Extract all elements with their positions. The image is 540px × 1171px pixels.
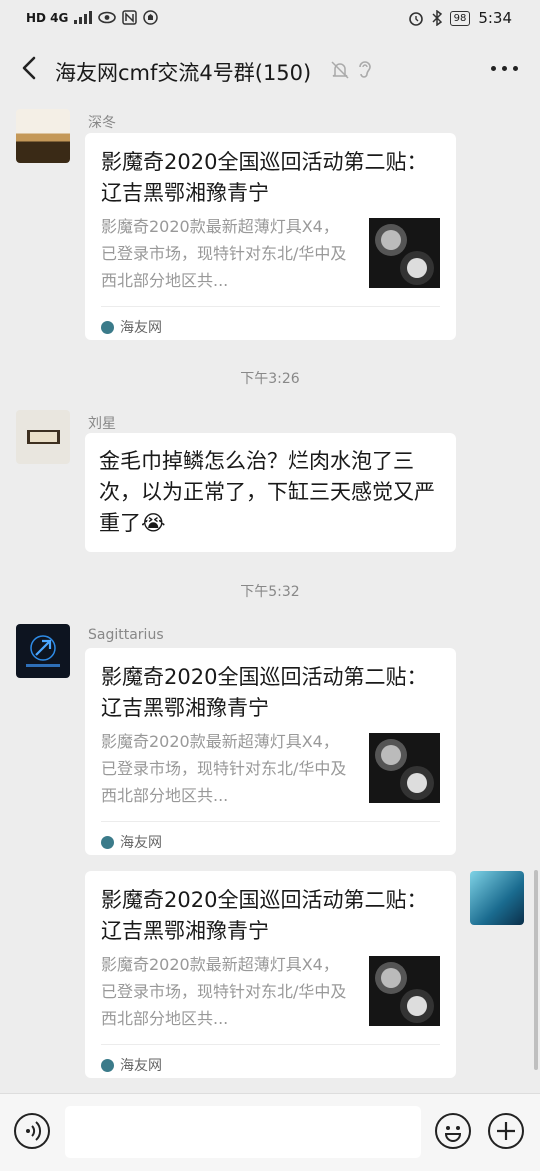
sender-name: 深冬 [88,115,116,131]
avatar[interactable] [16,624,70,678]
card-divider [101,306,440,307]
card-title: 影魔奇2020全国巡回活动第二贴： 辽吉黑鄂湘豫青宁 [101,150,428,205]
signal-icon [74,11,93,24]
shield-icon [143,10,159,25]
haiyou-logo-icon [101,835,114,849]
card-source-label: 海友网 [120,1058,162,1074]
status-left: HD 4G [26,10,159,25]
more-dots-icon[interactable] [491,66,518,71]
haiyou-logo-icon [101,320,114,334]
card-description: 影魔奇2020款最新超薄灯具X4，已登录市场，现特针对东北/华中及西北部分地区共… [101,217,347,290]
message-text: 金毛巾掉鳞怎么治？烂肉水泡了三次，以为正常了，下缸三天感觉又严重了😭 [99,449,435,535]
haiyou-logo-icon [101,1058,114,1072]
ear-icon [359,61,371,78]
chat-area[interactable]: 深冬 影魔奇2020全国巡回活动第二贴： 辽吉黑鄂湘豫青宁 影魔奇2020款最新… [0,100,540,1093]
nfc-icon [122,10,138,25]
avatar[interactable] [16,410,70,464]
emoji-icon[interactable] [435,1113,471,1149]
alarm-icon [408,12,423,26]
card-thumbnail [369,956,440,1026]
text-message[interactable]: 金毛巾掉鳞怎么治？烂肉水泡了三次，以为正常了，下缸三天感觉又严重了😭 [85,433,456,552]
sender-name: 刘星 [88,416,116,432]
back-arrow-icon[interactable] [16,54,44,82]
card-source-label: 海友网 [120,835,162,851]
link-card[interactable]: 影魔奇2020全国巡回活动第二贴： 辽吉黑鄂湘豫青宁 影魔奇2020款最新超薄灯… [85,871,456,1078]
card-source: 海友网 [101,317,162,337]
link-card[interactable]: 影魔奇2020全国巡回活动第二贴： 辽吉黑鄂湘豫青宁 影魔奇2020款最新超薄灯… [85,648,456,855]
mute-bell-icon [331,61,349,79]
card-title: 影魔奇2020全国巡回活动第二贴： 辽吉黑鄂湘豫青宁 [101,888,428,943]
bluetooth-icon [432,10,442,26]
card-source: 海友网 [101,1055,162,1075]
avatar[interactable] [16,109,70,163]
card-description: 影魔奇2020款最新超薄灯具X4，已登录市场，现特针对东北/华中及西北部分地区共… [101,955,347,1028]
plus-icon[interactable] [488,1113,524,1149]
battery-level: 98 [449,10,471,26]
status-right: 98 5:34 [408,9,512,27]
card-divider [101,1044,440,1045]
card-source: 海友网 [101,832,162,852]
card-thumbnail [369,733,440,803]
card-title: 影魔奇2020全国巡回活动第二贴： 辽吉黑鄂湘豫青宁 [101,665,428,720]
avatar[interactable] [470,871,524,925]
sender-name: Sagittarius [88,627,164,643]
eye-icon [98,11,117,24]
card-divider [101,821,440,822]
link-card[interactable]: 影魔奇2020全国巡回活动第二贴： 辽吉黑鄂湘豫青宁 影魔奇2020款最新超薄灯… [85,133,456,340]
chat-header: 海友网cmf交流4号群(150) [0,38,540,100]
timestamp: 下午3:26 [240,371,300,387]
clock: 5:34 [478,9,512,27]
card-thumbnail [369,218,440,288]
input-bar [0,1093,540,1171]
voice-icon[interactable] [14,1113,50,1149]
status-bar: HD 4G 98 5:34 [0,0,540,38]
scrollbar[interactable] [534,870,538,1070]
chat-title: 海友网cmf交流4号群(150) [55,61,312,85]
card-description: 影魔奇2020款最新超薄灯具X4，已登录市场，现特针对东北/华中及西北部分地区共… [101,732,347,805]
timestamp: 下午5:32 [240,584,300,600]
message-input[interactable] [65,1106,421,1158]
signal-text: HD 4G [26,10,69,25]
card-source-label: 海友网 [120,320,162,336]
